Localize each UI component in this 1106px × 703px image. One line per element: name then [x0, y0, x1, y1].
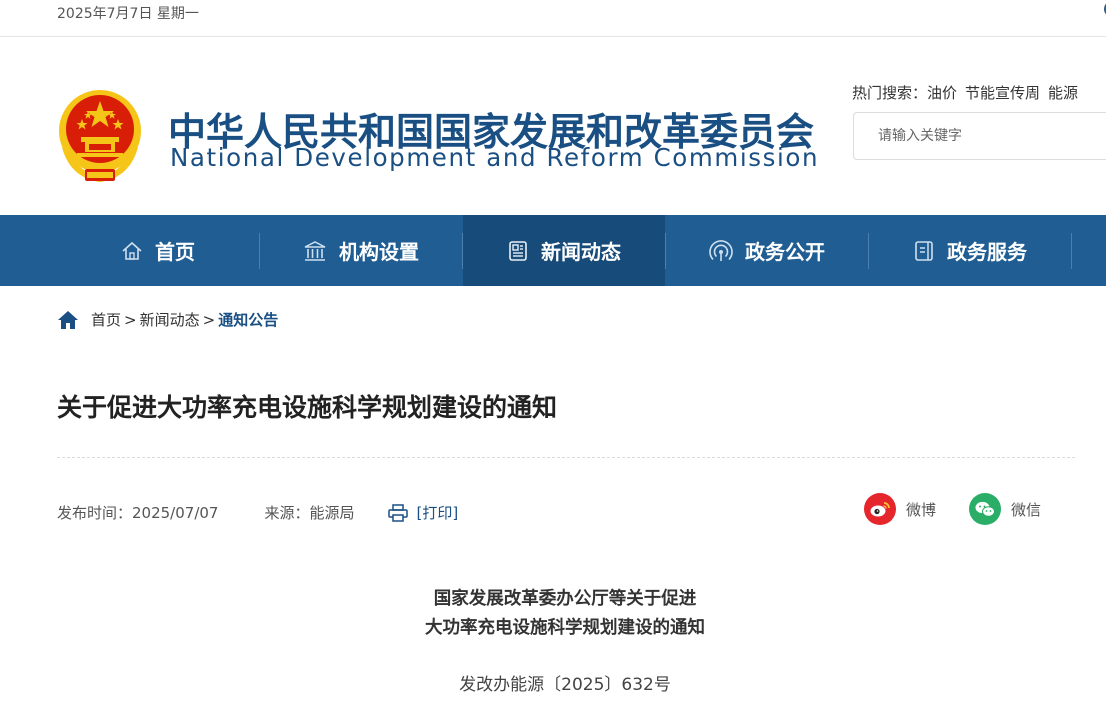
search-box [853, 112, 1106, 160]
hot-search-label: 热门搜索： [852, 84, 928, 102]
hot-search-link[interactable]: 节能宣传周 [965, 84, 1040, 102]
print-button[interactable]: [打印] [388, 502, 458, 523]
nav-divider [1071, 233, 1072, 269]
wechat-label: 微信 [1011, 500, 1042, 519]
nav-label: 首页 [155, 240, 195, 264]
nav-item-services[interactable]: 政务服务 [869, 215, 1071, 286]
nav-item-news[interactable]: 新闻动态 [463, 215, 665, 286]
site-title-english[interactable]: National Development and Reform Commissi… [170, 143, 819, 172]
hot-search-link[interactable]: 油价 [927, 84, 957, 102]
nav-item-government-affairs[interactable]: 政务公开 [666, 215, 868, 286]
weibo-icon [864, 493, 896, 525]
print-label: [打印] [416, 504, 459, 522]
nav-label: 政务公开 [745, 240, 825, 264]
nav-label: 新闻动态 [541, 240, 621, 264]
national-emblem-logo[interactable] [55, 87, 145, 183]
search-input[interactable] [854, 113, 1106, 159]
news-icon [507, 240, 529, 262]
hot-search-link[interactable]: 能源 [1048, 84, 1078, 102]
nav-label: 机构设置 [339, 240, 419, 264]
main-nav: 首页 机构设置 新闻动态 政务公开 政务服务 [0, 215, 1106, 286]
document-heading-line1: 国家发展改革委办公厅等关于促进 [433, 589, 697, 609]
breadcrumb-current[interactable]: 通知公告 [218, 309, 278, 330]
breadcrumb-separator: > [124, 310, 137, 329]
institution-icon [303, 240, 327, 262]
document-number: 发改办能源〔2025〕632号 [459, 675, 671, 695]
home-icon [121, 241, 143, 261]
article-title: 关于促进大功率充电设施科学规划建设的通知 [57, 393, 558, 422]
article-meta: 发布时间：2025/07/07 来源：能源局 [打印] [57, 502, 458, 523]
nav-label: 政务服务 [947, 240, 1027, 264]
weibo-label: 微博 [906, 500, 937, 519]
site-header: 中华人民共和国国家发展和改革委员会 National Development a… [0, 37, 1106, 215]
share-wechat-button[interactable]: 微信 [969, 493, 1041, 525]
top-bar: 2025年7月7日 星期一 [0, 0, 1106, 37]
hot-searches: 热门搜索：油价 节能宣传周 能源 [852, 82, 1078, 103]
printer-icon [388, 503, 409, 522]
title-divider [57, 457, 1075, 458]
home-icon[interactable] [57, 310, 79, 330]
article-source: 来源：能源局 [264, 504, 355, 522]
breadcrumb: 首页 > 新闻动态 > 通知公告 [57, 309, 278, 330]
breadcrumb-separator: > [202, 310, 216, 329]
publish-time: 发布时间：2025/07/07 [57, 504, 219, 522]
current-date: 2025年7月7日 星期一 [57, 6, 199, 22]
broadcast-icon [709, 239, 733, 262]
nav-item-home[interactable]: 首页 [57, 215, 259, 286]
document-heading-line2: 大功率充电设施科学规划建设的通知 [425, 618, 705, 638]
wechat-icon [969, 493, 1001, 525]
nav-item-institutions[interactable]: 机构设置 [260, 215, 462, 286]
breadcrumb-home[interactable]: 首页 [91, 309, 121, 330]
breadcrumb-news[interactable]: 新闻动态 [140, 309, 200, 330]
service-icon [913, 240, 935, 262]
share-weibo-button[interactable]: 微博 [864, 493, 936, 525]
